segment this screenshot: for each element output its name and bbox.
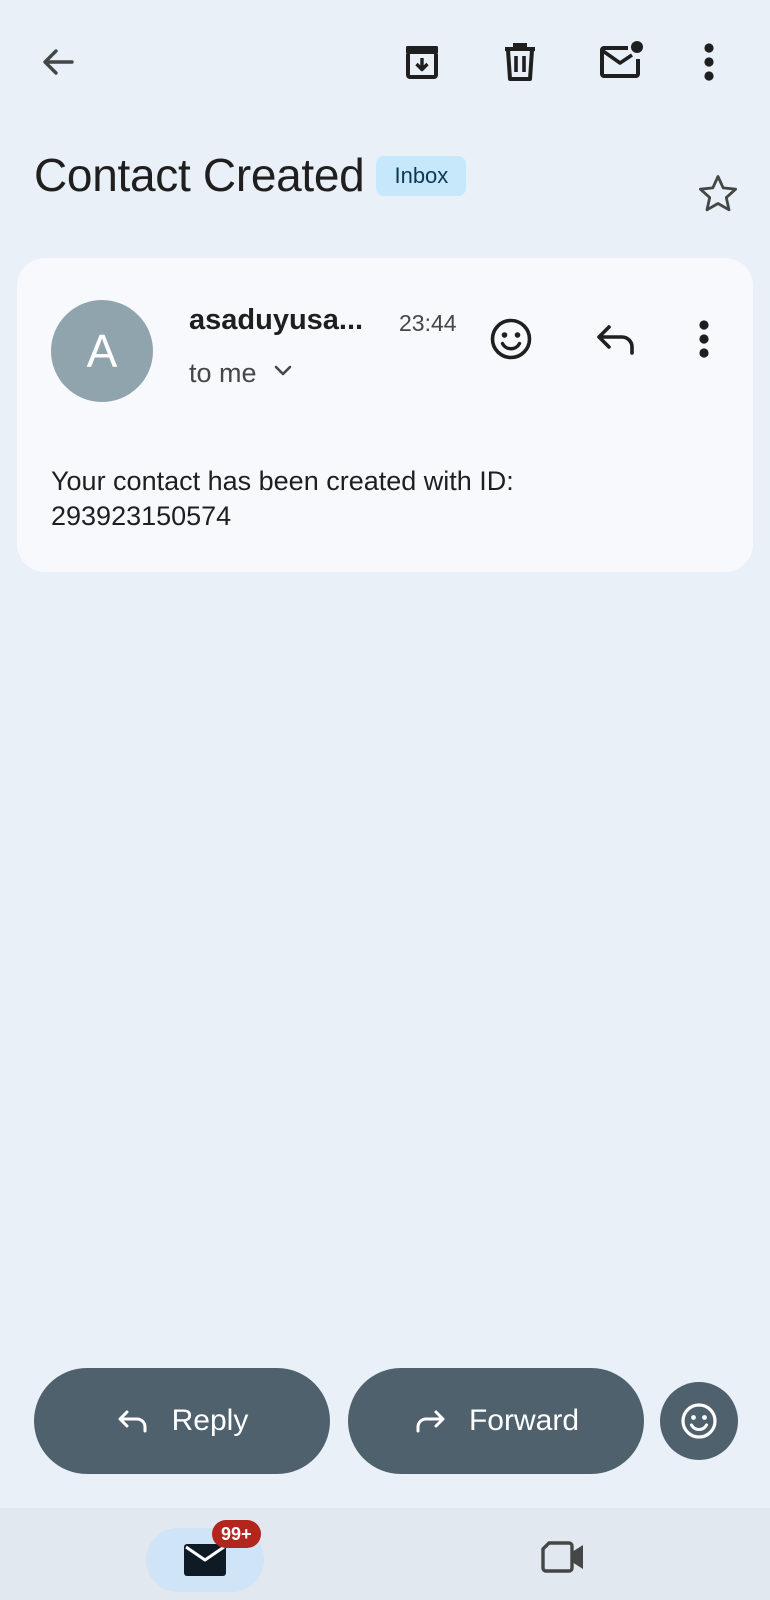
delete-icon[interactable] (496, 38, 544, 86)
unread-count-badge: 99+ (212, 1520, 261, 1548)
message-body-line: Your contact has been created with ID: (51, 466, 514, 496)
sender-avatar[interactable]: A (51, 300, 153, 402)
top-app-bar (0, 0, 770, 120)
star-icon[interactable] (692, 168, 744, 220)
message-body-line: 293923150574 (51, 501, 232, 531)
message-time: 23:44 (399, 310, 457, 336)
mark-unread-icon[interactable] (596, 36, 648, 84)
archive-icon[interactable] (398, 38, 446, 86)
message-body: Your contact has been created with ID: 2… (51, 464, 691, 534)
forward-icon (416, 1410, 445, 1433)
reply-icon (118, 1410, 147, 1433)
react-button[interactable] (660, 1382, 738, 1460)
reply-icon[interactable] (591, 314, 641, 364)
reply-button[interactable]: Reply (34, 1368, 330, 1474)
add-reaction-icon[interactable] (486, 314, 536, 364)
chevron-down-icon (273, 364, 293, 383)
recipient-details-toggle[interactable]: to me (189, 358, 293, 389)
forward-button[interactable]: Forward (348, 1368, 644, 1474)
back-arrow-icon[interactable] (34, 38, 82, 86)
subject-row: Contact Created Inbox (34, 148, 467, 202)
recipient-label: to me (189, 358, 257, 388)
nav-meet-tab[interactable] (538, 1534, 590, 1580)
message-card: A asaduyusa... 23:44 to me Your contact … (17, 258, 753, 572)
bottom-navigation: 99+ (0, 1508, 770, 1600)
message-more-icon[interactable] (689, 314, 719, 364)
forward-button-label: Forward (468, 1404, 580, 1437)
add-reaction-icon (681, 1403, 717, 1439)
reply-button-label: Reply (171, 1404, 249, 1437)
sender-name[interactable]: asaduyusa... (189, 304, 363, 337)
more-vert-icon[interactable] (694, 38, 724, 86)
video-camera-icon (541, 1541, 583, 1573)
email-subject: Contact Created (34, 149, 365, 201)
inbox-label-chip[interactable]: Inbox (376, 156, 467, 196)
